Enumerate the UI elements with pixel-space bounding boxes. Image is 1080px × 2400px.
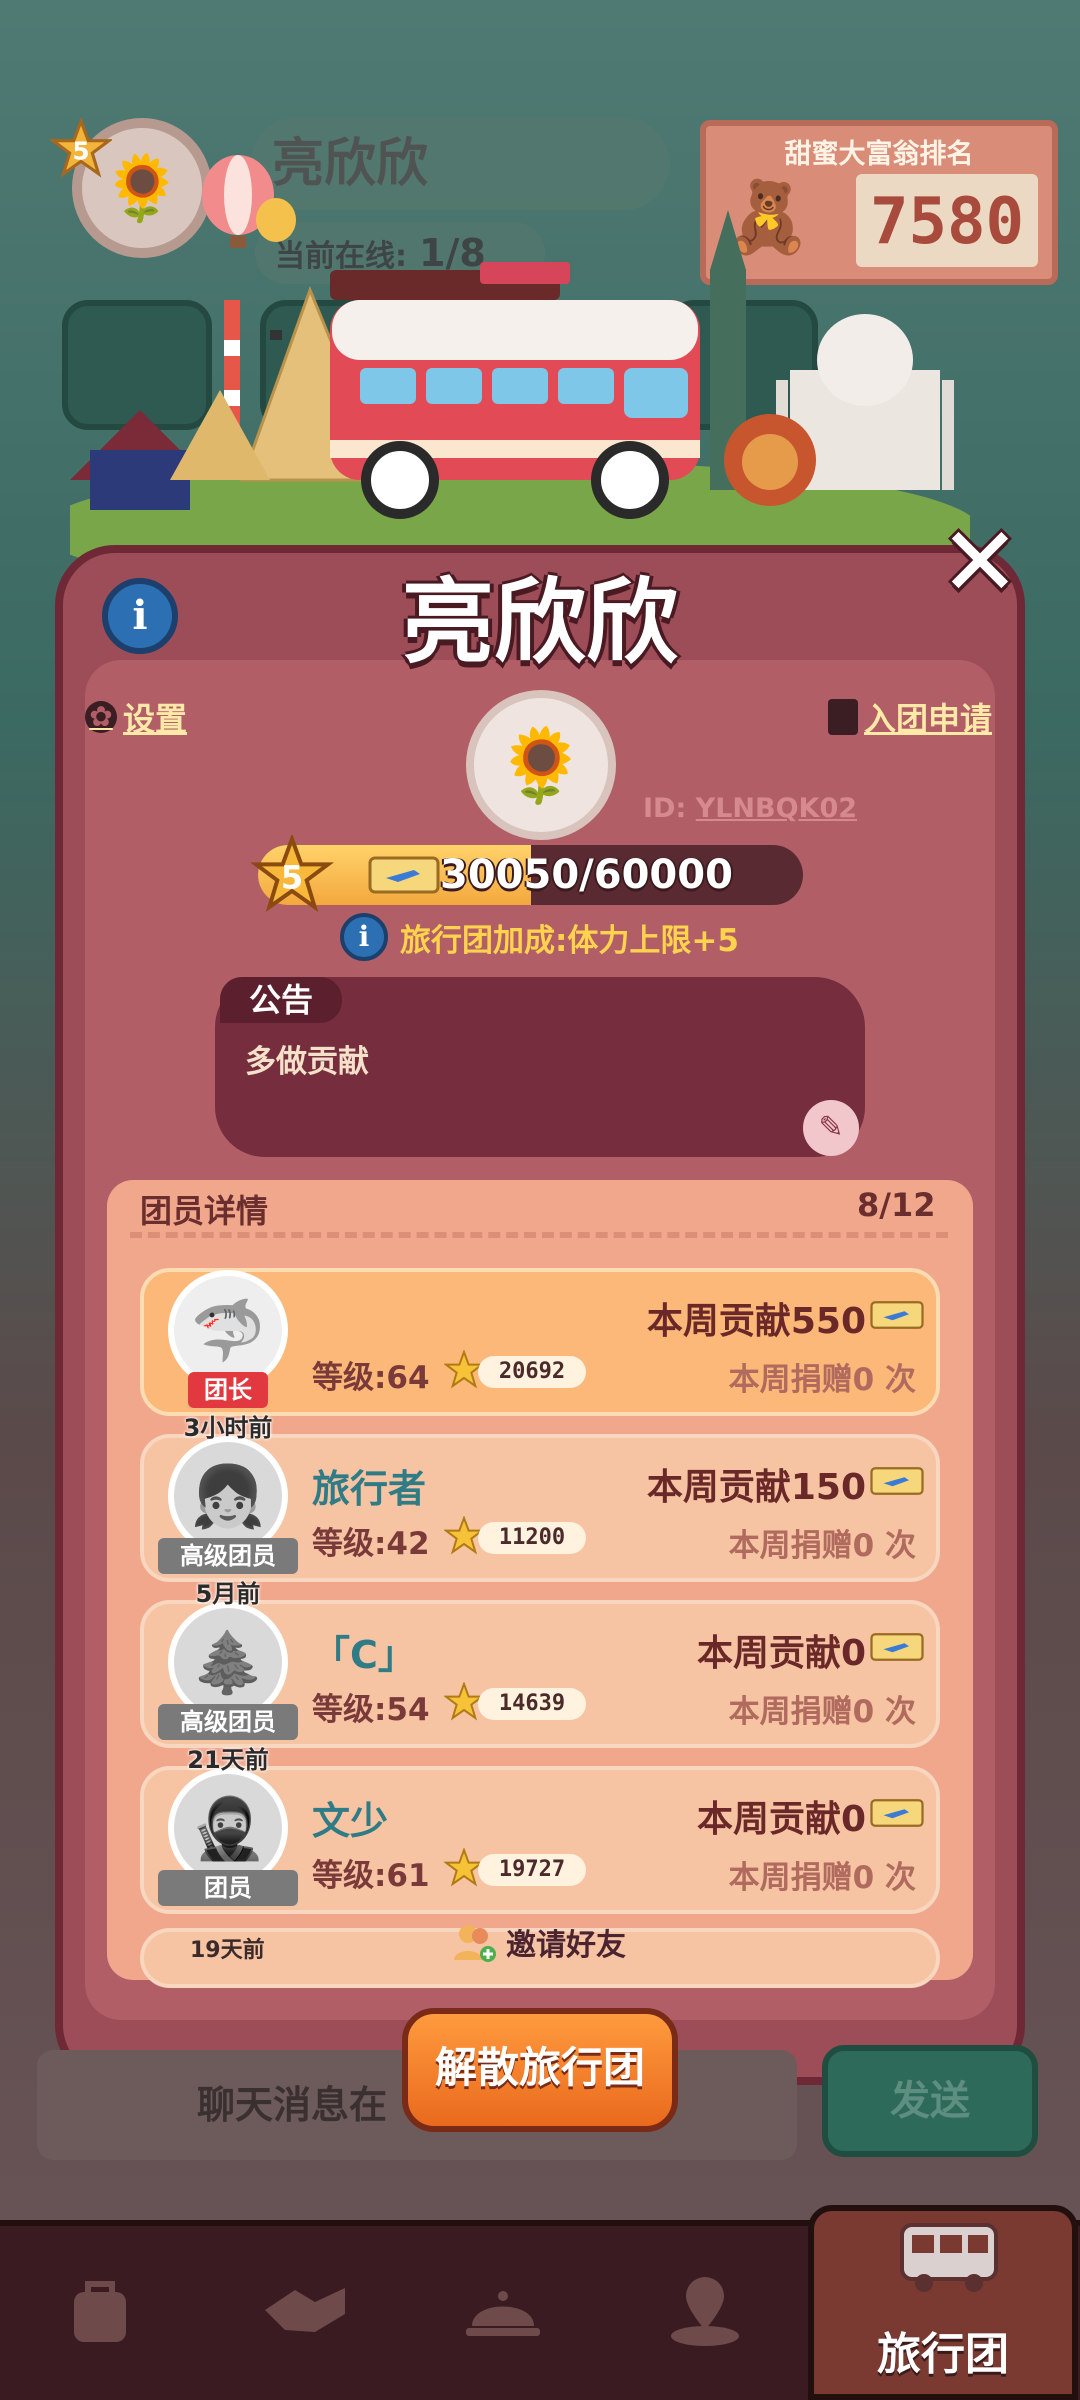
nav-service[interactable]: [428, 2240, 578, 2380]
member-stars: 11200: [478, 1522, 586, 1554]
nav-backpack[interactable]: [25, 2240, 175, 2380]
member-weekly-donation: 本周捐赠0 次: [728, 1694, 916, 1730]
ticket-icon: [870, 1301, 924, 1329]
member-row[interactable]: 👧 3小时前 高级团员 旅行者 等级:42 11200 本周贡献150 本周捐赠…: [140, 1414, 940, 1582]
member-last-seen: 3小时前: [183, 1414, 273, 1442]
map-pin-icon: [671, 2277, 739, 2346]
service-bell-icon: [466, 2291, 540, 2336]
members-count: 8/12: [857, 1186, 936, 1224]
ticket-icon: [870, 1633, 924, 1661]
member-last-seen: 21天前: [187, 1746, 269, 1774]
member-level: 等级:54: [312, 1692, 430, 1728]
member-stars: 19727: [478, 1854, 586, 1886]
invite-friends-button[interactable]: 邀请好友: [450, 1918, 626, 1966]
ticket-icon: [870, 1467, 924, 1495]
member-row[interactable]: 🥷 21天前 团员 文少 等级:61 19727 本周贡献0 本周捐赠0 次: [140, 1746, 940, 1914]
info-button[interactable]: i: [102, 578, 178, 654]
join-requests-link[interactable]: 入团申请: [828, 694, 992, 740]
member-last-seen: 19天前: [190, 1938, 265, 1963]
member-weekly-donation: 本周捐赠0 次: [728, 1528, 916, 1564]
gear-icon: ✿: [85, 701, 117, 733]
settings-link[interactable]: ✿ 设置: [85, 694, 187, 740]
group-id[interactable]: ID: YLNBQK02: [643, 793, 857, 824]
invite-friends-label: 邀请好友: [506, 1928, 626, 1963]
settings-label: 设置: [123, 700, 188, 738]
member-name: 「C」: [312, 1633, 416, 1677]
announcement-title: 公告: [220, 977, 342, 1023]
handshake-icon: [265, 2288, 345, 2332]
member-role-badge: 高级团员: [158, 1538, 298, 1574]
close-button[interactable]: ✕: [930, 512, 1030, 612]
member-weekly-contribution: 本周贡献550: [646, 1301, 866, 1342]
member-name: 文少: [312, 1799, 389, 1843]
send-button[interactable]: 发送: [822, 2045, 1038, 2157]
members-divider: [130, 1232, 948, 1238]
ticket-icon: [368, 856, 440, 894]
group-id-value: YLNBQK02: [695, 793, 858, 824]
member-weekly-contribution: 本周贡献0: [696, 1633, 866, 1674]
members-title: 团员详情: [140, 1192, 269, 1230]
disband-group-button[interactable]: 解散旅行团: [402, 2008, 678, 2132]
group-level-star-icon: 5: [250, 835, 334, 912]
group-exp-text: 30050/60000: [440, 852, 733, 898]
member-level: 等级:42: [312, 1526, 430, 1562]
ticket-icon: [870, 1799, 924, 1827]
member-last-seen: 5月前: [195, 1580, 261, 1608]
nav-map[interactable]: [630, 2240, 780, 2380]
invite-friends-icon: [454, 1925, 496, 1962]
member-row[interactable]: 🌲 5月前 高级团员 「C」 等级:54 14639 本周贡献0 本周捐赠0 次: [140, 1580, 940, 1748]
backpack-icon: [74, 2281, 126, 2342]
group-bonus[interactable]: i 旅行团加成:体力上限+5: [340, 912, 739, 962]
announcement-text: 多做贡献: [245, 1044, 369, 1080]
group-level: 5: [281, 858, 303, 896]
member-weekly-contribution: 本周贡献150: [646, 1467, 866, 1508]
member-role-badge: 团员: [158, 1870, 298, 1906]
member-weekly-contribution: 本周贡献0: [696, 1799, 866, 1840]
nav-travel-group-label: 旅行团: [877, 2329, 1009, 2380]
member-level: 等级:64: [312, 1360, 430, 1396]
member-stars: 14639: [478, 1688, 586, 1720]
member-role-badge: 高级团员: [158, 1704, 298, 1740]
travel-bus-illustration: [70, 155, 970, 570]
member-weekly-donation: 本周捐赠0 次: [728, 1860, 916, 1896]
member-row[interactable]: 🦈 团长 等级:64 20692 本周贡献550 本周捐赠0 次: [140, 1268, 940, 1416]
document-icon: [828, 699, 858, 735]
bus-icon: [900, 2223, 998, 2292]
group-id-label: ID:: [643, 793, 687, 824]
member-weekly-donation: 本周捐赠0 次: [728, 1362, 916, 1398]
member-stars: 20692: [478, 1356, 586, 1388]
bonus-info-icon: i: [340, 913, 388, 961]
member-role-badge: 团长: [188, 1372, 268, 1408]
join-requests-label: 入团申请: [864, 700, 993, 738]
group-avatar[interactable]: 🌻: [466, 690, 616, 840]
member-name: 旅行者: [312, 1467, 427, 1511]
group-bonus-text: 旅行团加成:体力上限+5: [400, 922, 739, 959]
member-level: 等级:61: [312, 1858, 430, 1894]
edit-announcement-button[interactable]: ✎: [803, 1100, 859, 1156]
nav-friends[interactable]: [230, 2240, 380, 2380]
